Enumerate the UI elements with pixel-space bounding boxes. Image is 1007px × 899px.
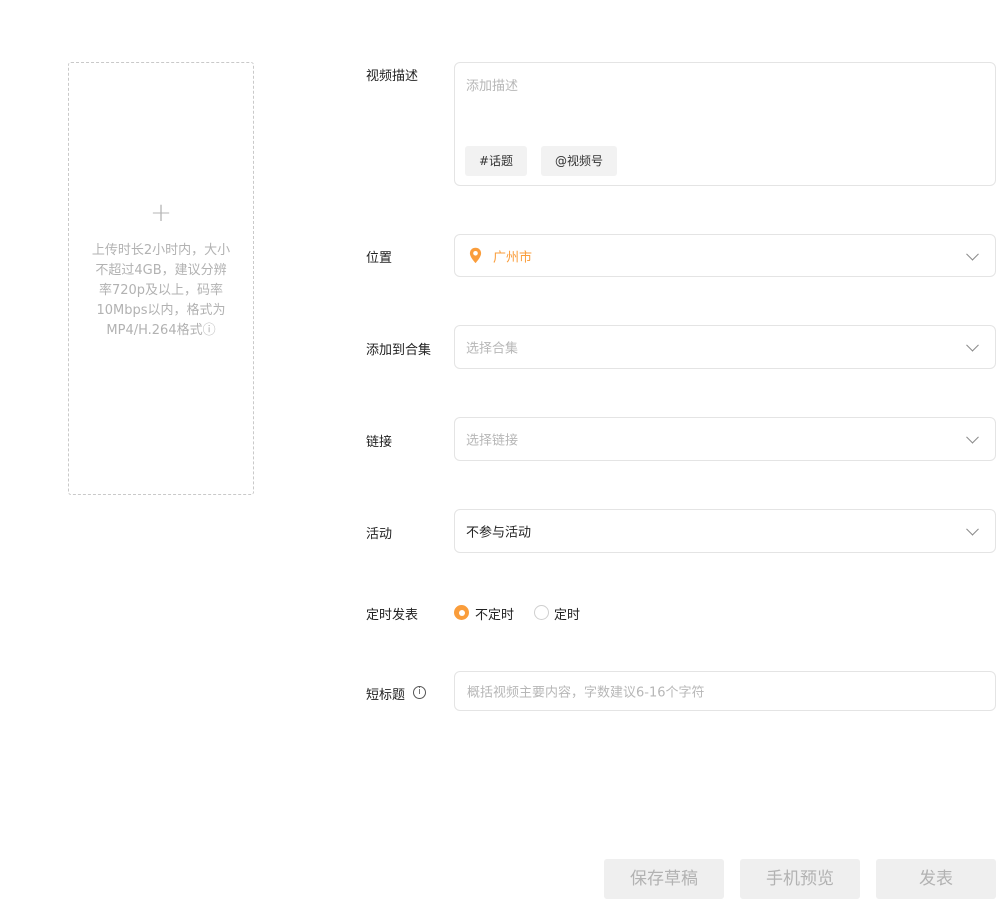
mention-chip-button[interactable]: @视频号 (541, 146, 618, 176)
description-placeholder: 添加描述 (466, 79, 519, 94)
description-label: 视频描述 (366, 69, 419, 84)
info-icon[interactable]: i (413, 686, 426, 699)
upload-hint: 上传时长2小时内，大小不超过4GB，建议分辨率720p及以上，码率10Mbps以… (91, 243, 231, 338)
radio-schedule-label[interactable]: 定时 (554, 604, 580, 623)
chevron-down-icon (966, 430, 979, 444)
video-upload-area[interactable]: + 上传时长2小时内，大小不超过4GB，建议分辨率720p及以上，码率10Mbp… (68, 62, 254, 495)
publish-button[interactable]: 发表 (876, 859, 996, 899)
link-label: 链接 (366, 435, 393, 450)
location-pin-icon (469, 247, 482, 264)
activity-label: 活动 (366, 527, 393, 542)
preview-button[interactable]: 手机预览 (740, 859, 860, 899)
location-value: 广州市 (493, 250, 533, 265)
link-select[interactable]: 选择链接 (454, 417, 996, 461)
location-label: 位置 (366, 251, 393, 266)
chevron-down-icon (966, 338, 979, 352)
schedule-label: 定时发表 (366, 608, 419, 623)
activity-value: 不参与活动 (466, 525, 532, 541)
chevron-down-icon (966, 522, 979, 536)
collection-label: 添加到合集 (366, 343, 432, 358)
radio-no-schedule-label[interactable]: 不定时 (475, 604, 514, 623)
topic-chip-button[interactable]: #话题 (465, 146, 528, 176)
short-title-input[interactable]: 概括视频主要内容，字数建议6-16个字符 (454, 671, 996, 711)
radio-no-schedule[interactable] (454, 605, 469, 620)
link-placeholder: 选择链接 (466, 433, 519, 449)
short-title-placeholder: 概括视频主要内容，字数建议6-16个字符 (467, 685, 705, 701)
chevron-down-icon (966, 247, 979, 261)
description-textarea[interactable]: 添加描述 #话题 @视频号 (454, 62, 996, 186)
location-select[interactable]: 广州市 (454, 234, 996, 277)
collection-placeholder: 选择合集 (466, 341, 519, 357)
activity-select[interactable]: 不参与活动 (454, 509, 996, 553)
save-draft-button[interactable]: 保存草稿 (604, 859, 724, 899)
short-title-label: 短标题 (366, 688, 406, 703)
radio-schedule[interactable] (534, 605, 549, 620)
plus-icon: + (150, 198, 172, 228)
collection-select[interactable]: 选择合集 (454, 325, 996, 369)
